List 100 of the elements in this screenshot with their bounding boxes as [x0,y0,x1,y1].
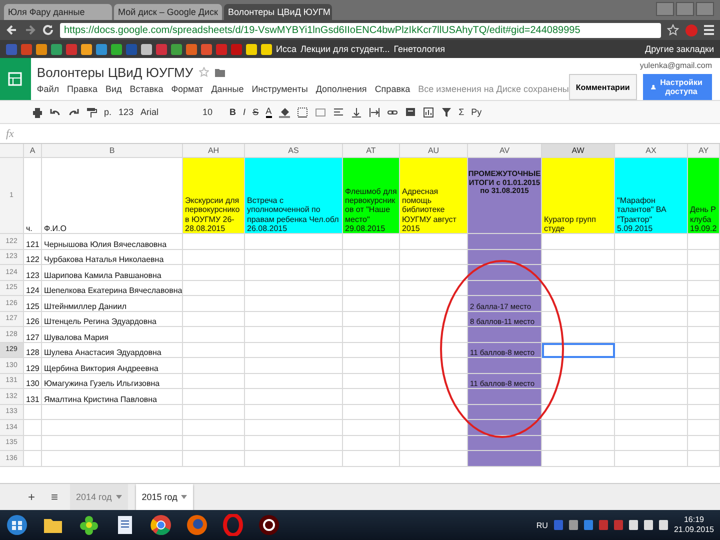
menu-item[interactable]: Файл [36,84,60,94]
bookmark-icon[interactable] [36,44,47,54]
menu-item[interactable]: Инструменты [252,84,308,94]
fill-color-icon[interactable] [278,106,290,118]
chart-icon[interactable] [422,106,434,118]
input-tools-button[interactable]: Ру [471,107,482,117]
share-button[interactable]: Настройки доступа [642,74,712,100]
menu-item[interactable]: Вставка [130,84,164,94]
undo-icon[interactable] [50,106,61,118]
browser-tab[interactable]: Волонтеры ЦВиД ЮУГМ [224,4,332,20]
paint-format-icon[interactable] [86,106,97,118]
column-header[interactable]: A [24,144,42,158]
account-email[interactable]: yulenka@gmail.com [640,61,712,70]
bookmark-icon[interactable] [171,44,182,54]
star-icon[interactable] [199,67,210,77]
column-header[interactable]: AV [468,144,542,158]
empty-cell [343,265,400,280]
align-icon[interactable] [332,106,344,118]
empty-cell [183,250,245,265]
empty-cell [183,389,245,404]
empty-cell [183,265,245,280]
empty-cell [343,404,400,420]
bookmark-icon[interactable] [261,44,272,54]
column-header[interactable]: AW [542,144,615,158]
empty-cell [183,451,245,466]
bookmark-icon[interactable] [186,44,197,54]
sheet-list-button[interactable]: ≡ [47,484,62,510]
column-header[interactable]: AS [245,144,343,158]
italic-button[interactable]: I [243,107,246,117]
document-title[interactable]: Волонтеры ЦВиД ЮУГМУ [36,64,194,80]
header-cell: Встреча с уполномоченной по правам ребенка Чел.обл 26.08.2015 [245,158,343,234]
currency-button[interactable]: р. [104,107,112,117]
bookmark-icon[interactable] [111,44,122,54]
empty-cell [688,312,720,327]
column-header[interactable]: B [42,144,183,158]
header-cell: Куратор групп студе [542,158,615,234]
header-cell: Адресная помощь библиотеке ЮУГМУ август 2015 [400,158,468,234]
redo-icon[interactable] [68,106,79,118]
bookmark-icon[interactable] [246,44,257,54]
menu-item[interactable]: Правка [67,84,98,94]
wrap-icon[interactable] [368,106,380,118]
menu-item[interactable]: Вид [105,84,122,94]
table-cell: 131 [24,389,42,404]
column-header[interactable]: AH [183,144,245,158]
header-cell: День Р клуба 19.09.2 [688,158,720,234]
column-header[interactable]: AY [688,144,720,158]
column-header[interactable]: AX [615,144,688,158]
forward-icon[interactable] [24,24,36,36]
comments-button[interactable]: Комментарии [568,74,637,100]
menu-item[interactable]: Формат [171,84,204,94]
sheet-tab[interactable]: 2015 год [136,484,194,510]
comment-icon[interactable] [404,106,416,118]
strikethrough-button[interactable]: S [252,107,259,117]
menu-icon[interactable] [704,24,714,36]
empty-cell [343,389,400,404]
filter-icon[interactable] [440,106,452,118]
empty-cell [343,280,400,296]
valign-icon[interactable] [350,106,362,118]
bookmark-icon[interactable] [141,44,152,54]
menu-item[interactable]: Данные [211,84,244,94]
borders-icon[interactable] [296,106,308,118]
add-sheet-button[interactable]: + [24,484,40,510]
browser-tab[interactable]: Мой диск – Google Диск [114,4,222,20]
empty-cell [688,296,720,312]
number-format-button[interactable]: 123 [118,107,134,117]
clock[interactable]: 16:19 21.09.2015 [674,515,714,535]
bookmark-link[interactable]: Исса [276,44,296,54]
font-size-dropdown[interactable]: 10 [202,107,223,117]
bold-button[interactable]: B [230,107,236,117]
browser-tab[interactable]: Юля Фару данные [4,4,112,20]
empty-cell [183,280,245,296]
bookmark-link[interactable]: Лекции для студент... [300,44,390,54]
print-icon[interactable] [32,106,43,118]
name-cell: Штенцель Регина Эдуардовна [42,312,183,327]
column-header[interactable]: AU [400,144,468,158]
back-icon[interactable] [6,24,18,36]
caret-icon[interactable] [181,495,188,499]
bookmark-icon[interactable] [81,44,92,54]
language-indicator[interactable]: RU [536,520,548,530]
selected-cell[interactable] [542,342,615,358]
text-color-button[interactable]: A [266,106,272,118]
sheet-tab[interactable]: 2014 год [70,484,128,510]
address-bar[interactable]: https://docs.google.com/spreadsheets/d/19-VswMYBYi1lnGsd6IIoENC4bwPlzIkKcr7llUSAhyTQ/edit#gid=244089995 [60,22,661,38]
reload-icon[interactable] [42,24,54,36]
merge-icon[interactable] [314,106,326,118]
functions-button[interactable]: Σ [458,107,464,117]
other-bookmarks[interactable]: Другие закладки [645,44,714,54]
bookmark-icon[interactable] [96,44,107,54]
menu-item[interactable]: Дополнения [316,84,367,94]
bookmark-icon[interactable] [51,44,62,54]
caret-icon[interactable] [116,495,122,499]
font-dropdown[interactable]: Arial [140,107,196,117]
menu-item[interactable]: Справка [374,84,410,94]
bookmark-link[interactable]: Генетология [394,44,446,54]
empty-cell [343,374,400,389]
sheets-logo-icon[interactable] [8,72,22,86]
column-header[interactable]: AT [343,144,400,158]
flower-icon[interactable] [78,514,100,536]
start-button-icon[interactable] [6,514,28,536]
star-icon[interactable] [667,24,679,36]
